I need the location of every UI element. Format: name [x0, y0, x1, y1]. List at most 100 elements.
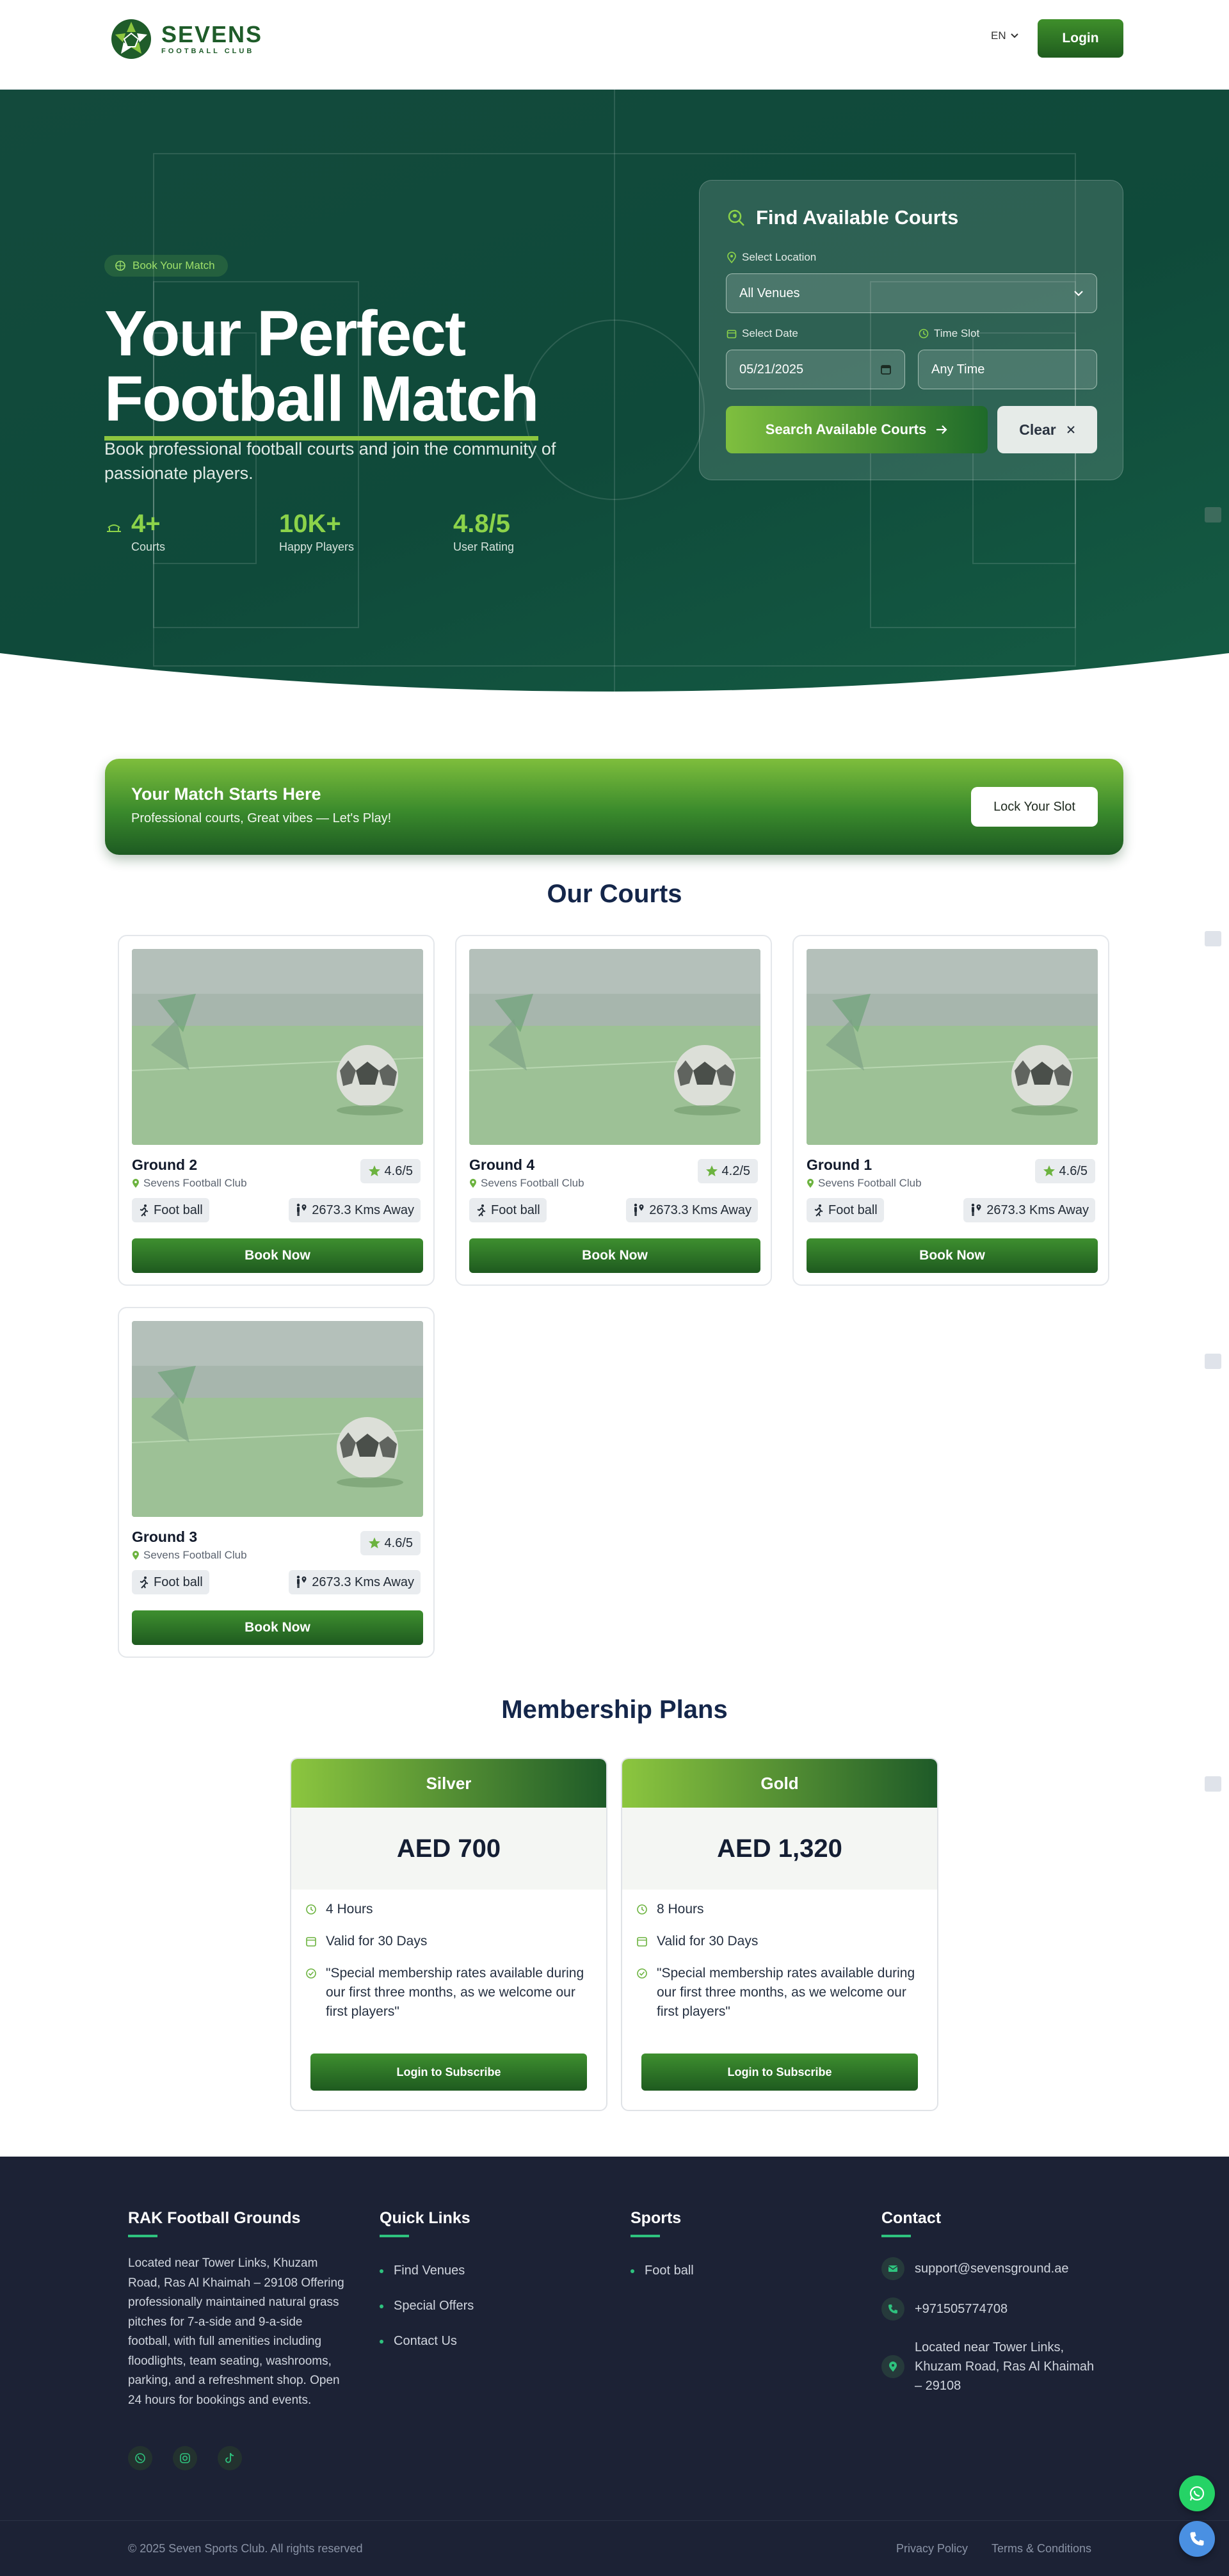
phone-icon — [888, 2305, 897, 2313]
search-title: Find Available Courts — [756, 206, 959, 229]
logo-icon — [110, 18, 152, 60]
court-name: Ground 3 — [132, 1528, 198, 1545]
person-location-icon — [634, 1203, 644, 1216]
time-slot-select[interactable]: Any Time — [918, 350, 1097, 389]
footer-link-special-offers[interactable]: Special Offers — [380, 2299, 474, 2313]
book-now-button[interactable]: Book Now — [132, 1238, 423, 1273]
person-location-icon — [297, 1203, 307, 1216]
court-name: Ground 2 — [132, 1156, 198, 1173]
map-pin-icon — [727, 252, 736, 263]
phone-text: +971505774708 — [915, 2301, 1008, 2316]
club-label: Sevens Football Club — [818, 1177, 922, 1189]
stadium-icon — [107, 524, 121, 532]
plan-feature-note: "Special membership rates available duri… — [305, 1964, 587, 2021]
site-footer: RAK Football Grounds Located near Tower … — [0, 2157, 1229, 2576]
whatsapp-social-link[interactable] — [128, 2446, 152, 2470]
email-text: support@sevensground.ae — [915, 2261, 1069, 2276]
search-courts-button[interactable]: Search Available Courts — [726, 406, 988, 453]
edge-tab-icon[interactable] — [1205, 1776, 1221, 1792]
check-circle-icon — [637, 1968, 647, 1979]
stat-value: 4.8/5 — [453, 510, 510, 538]
distance-label: 2673.3 Kms Away — [312, 1575, 414, 1589]
search-card: Find Available Courts Select Location Al… — [699, 180, 1123, 480]
club-label: Sevens Football Club — [143, 1177, 247, 1189]
lock-slot-button[interactable]: Lock Your Slot — [971, 787, 1098, 827]
plan-validity: Valid for 30 Days — [657, 1934, 759, 1948]
mail-icon — [888, 2265, 898, 2272]
calendar-picker-icon[interactable] — [880, 364, 892, 375]
plan-note: "Special membership rates available duri… — [657, 1966, 915, 2019]
copyright: © 2025 Seven Sports Club. All rights res… — [128, 2542, 363, 2555]
plan-card-silver: Silver AED 700 4 Hours Valid for 30 Days… — [290, 1758, 607, 2111]
footer-quick-title: Quick Links — [380, 2209, 470, 2237]
subscribe-button[interactable]: Login to Subscribe — [310, 2054, 587, 2091]
star-icon — [1043, 1165, 1055, 1176]
footer-email[interactable]: support@sevensground.ae — [881, 2257, 1068, 2280]
footer-link-contact-us[interactable]: Contact Us — [380, 2334, 457, 2349]
plan-feature-hours: 4 Hours — [305, 1900, 587, 1919]
clear-button[interactable]: Clear — [997, 406, 1097, 453]
edge-tab-icon[interactable] — [1205, 931, 1221, 946]
footer-about-text: Located near Tower Links, Khuzam Road, R… — [128, 2256, 344, 2407]
date-value: 05/21/2025 — [739, 362, 804, 377]
book-now-button[interactable]: Book Now — [132, 1610, 423, 1645]
footer-link-football[interactable]: Foot ball — [631, 2264, 694, 2278]
plan-name: Gold — [622, 1759, 937, 1808]
sport-tag: Foot ball — [807, 1198, 884, 1222]
footer-link-find-venues[interactable]: Find Venues — [380, 2264, 465, 2278]
clear-button-label: Clear — [1019, 421, 1056, 438]
plan-feature-validity: Valid for 30 Days — [305, 1932, 587, 1951]
distance-tag: 2673.3 Kms Away — [626, 1198, 758, 1222]
date-input[interactable]: 05/21/2025 — [726, 350, 905, 389]
link-label: Foot ball — [645, 2264, 694, 2278]
tiktok-social-link[interactable] — [218, 2446, 242, 2470]
location-label: Select Location — [727, 251, 816, 264]
star-icon — [705, 1165, 718, 1176]
location-select[interactable]: All Venues — [726, 273, 1097, 313]
terms-link[interactable]: Terms & Conditions — [992, 2542, 1091, 2556]
site-header: SEVENS FOOTBALL CLUB EN Login — [0, 0, 1229, 90]
logo-title: SEVENS — [161, 21, 263, 47]
court-name: Ground 1 — [807, 1156, 872, 1173]
stat-value: 4+ — [131, 510, 161, 538]
instagram-social-link[interactable] — [173, 2446, 197, 2470]
map-pin-icon — [133, 1179, 139, 1188]
search-button-label: Search Available Courts — [765, 421, 927, 437]
arrow-right-icon — [936, 425, 947, 434]
search-location-icon — [728, 209, 744, 226]
date-label-text: Select Date — [742, 327, 798, 339]
court-name: Ground 4 — [469, 1156, 535, 1173]
hero-title-line2: Football Match — [104, 363, 540, 441]
whatsapp-float-button[interactable] — [1179, 2475, 1215, 2511]
distance-label: 2673.3 Kms Away — [649, 1203, 751, 1217]
edge-tab-icon[interactable] — [1205, 507, 1221, 522]
privacy-link[interactable]: Privacy Policy — [896, 2542, 968, 2556]
plan-note: "Special membership rates available duri… — [326, 1966, 584, 2019]
footer-phone[interactable]: +971505774708 — [881, 2297, 1008, 2321]
link-label: Find Venues — [394, 2264, 465, 2278]
distance-label: 2673.3 Kms Away — [312, 1203, 414, 1217]
map-pin-icon — [133, 1551, 139, 1560]
book-now-button[interactable]: Book Now — [469, 1238, 760, 1273]
map-pin-icon — [807, 1179, 814, 1188]
courts-section-title: Our Courts — [547, 880, 682, 908]
footer-about-title: RAK Football Grounds — [128, 2209, 301, 2237]
court-image — [807, 949, 1098, 1145]
hero-section: Book Your Match Your Perfect Football Ma… — [0, 90, 1229, 692]
login-button[interactable]: Login — [1038, 19, 1123, 58]
edge-tab-icon[interactable] — [1205, 1354, 1221, 1369]
book-now-button[interactable]: Book Now — [807, 1238, 1098, 1273]
court-club: Sevens Football Club — [132, 1549, 247, 1562]
sport-tag: Foot ball — [132, 1198, 209, 1222]
logo[interactable]: SEVENS FOOTBALL CLUB — [110, 18, 262, 60]
language-label: EN — [991, 29, 1006, 42]
clock-icon — [637, 1904, 647, 1915]
subscribe-button[interactable]: Login to Subscribe — [641, 2054, 918, 2091]
language-selector[interactable]: EN — [991, 29, 1019, 42]
call-float-button[interactable] — [1179, 2521, 1215, 2557]
running-player-icon — [477, 1204, 486, 1217]
link-label: Contact Us — [394, 2334, 457, 2348]
hero-curve-divider — [0, 653, 1229, 717]
tiktok-icon — [225, 2452, 234, 2463]
logo-subtitle: FOOTBALL CLUB — [161, 47, 255, 55]
